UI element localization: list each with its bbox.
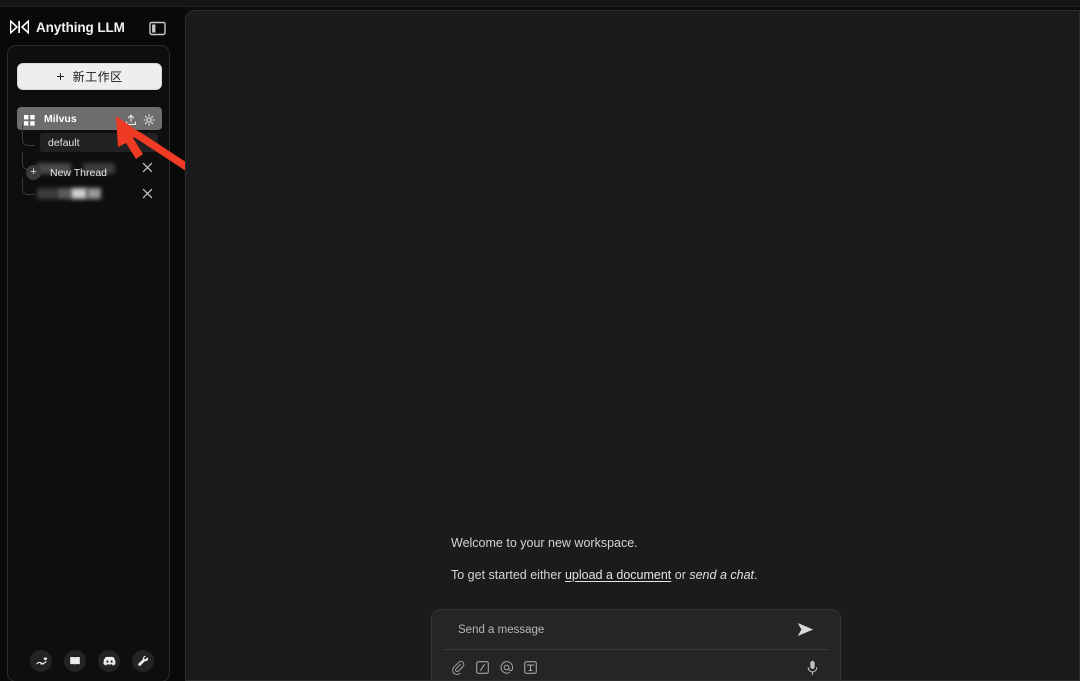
- text-prompt-icon[interactable]: [524, 660, 537, 676]
- sidebar-panel: + 新工作区 Milvus default + New Thread: [7, 45, 170, 681]
- attachment-icon[interactable]: [452, 660, 465, 676]
- get-started-mid: or: [671, 568, 690, 582]
- get-started-suffix: .: [754, 568, 758, 582]
- left-rail: Anything LLM + 新工作区 Milvus default + New…: [0, 7, 195, 681]
- new-thread-button[interactable]: + New Thread: [26, 165, 107, 180]
- thread-item-default[interactable]: default: [17, 125, 165, 156]
- get-started-line: To get started either upload a document …: [451, 568, 911, 582]
- composer-input-row: [444, 610, 828, 650]
- thread-tree-line: [22, 125, 35, 146]
- anythingllm-logo-icon: [9, 19, 30, 35]
- plus-icon: +: [56, 67, 65, 84]
- thread-item-redacted-2[interactable]: [17, 177, 165, 206]
- discord-icon[interactable]: [98, 650, 120, 672]
- close-icon[interactable]: [142, 186, 153, 199]
- plus-circle-icon: +: [26, 165, 41, 180]
- grid-squares-icon: [24, 113, 35, 126]
- thread-label: default: [48, 136, 80, 149]
- new-workspace-button[interactable]: + 新工作区: [17, 63, 162, 90]
- get-started-prefix: To get started either: [451, 568, 565, 582]
- thread-label-redacted: [37, 188, 57, 199]
- thread-label-redacted: [87, 188, 101, 199]
- window-title-strip: [0, 0, 1080, 7]
- workspace-name: Milvus: [44, 112, 77, 125]
- brand-title: Anything LLM: [36, 19, 125, 35]
- at-mention-icon[interactable]: [500, 660, 514, 676]
- thread-label-redacted: [57, 188, 71, 199]
- upload-icon[interactable]: [125, 113, 137, 125]
- app-root: Anything LLM + 新工作区 Milvus default + New…: [0, 0, 1080, 681]
- chat-message-input[interactable]: [458, 623, 797, 636]
- chat-composer: [431, 609, 841, 680]
- microphone-icon[interactable]: [807, 660, 818, 676]
- composer-toolbar: [432, 650, 840, 680]
- thread-pill[interactable]: [37, 184, 133, 203]
- close-icon[interactable]: [142, 160, 153, 173]
- thread-pill[interactable]: default: [40, 133, 158, 152]
- workspace-item-milvus[interactable]: Milvus: [17, 107, 162, 130]
- book-icon[interactable]: [64, 650, 86, 672]
- new-workspace-label: 新工作区: [72, 70, 123, 84]
- workspace-main-panel: Welcome to your new workspace. To get st…: [185, 10, 1080, 681]
- brand: Anything LLM: [9, 14, 125, 40]
- welcome-block: Welcome to your new workspace. To get st…: [451, 536, 911, 582]
- thread-label-redacted: [71, 188, 87, 199]
- upload-document-link[interactable]: upload a document: [565, 568, 671, 582]
- wrench-icon[interactable]: [132, 650, 154, 672]
- send-chat-text: send a chat: [689, 568, 754, 582]
- plus-glyph: +: [30, 166, 37, 178]
- sidebar-toggle-icon[interactable]: [149, 21, 166, 36]
- donate-icon[interactable]: [30, 650, 52, 672]
- new-thread-label: New Thread: [50, 166, 108, 179]
- welcome-title: Welcome to your new workspace.: [451, 536, 638, 550]
- slash-command-icon[interactable]: [476, 660, 489, 676]
- sidebar-footer-actions: [30, 650, 154, 672]
- send-arrow-icon[interactable]: [797, 622, 814, 637]
- gear-icon[interactable]: [143, 113, 155, 126]
